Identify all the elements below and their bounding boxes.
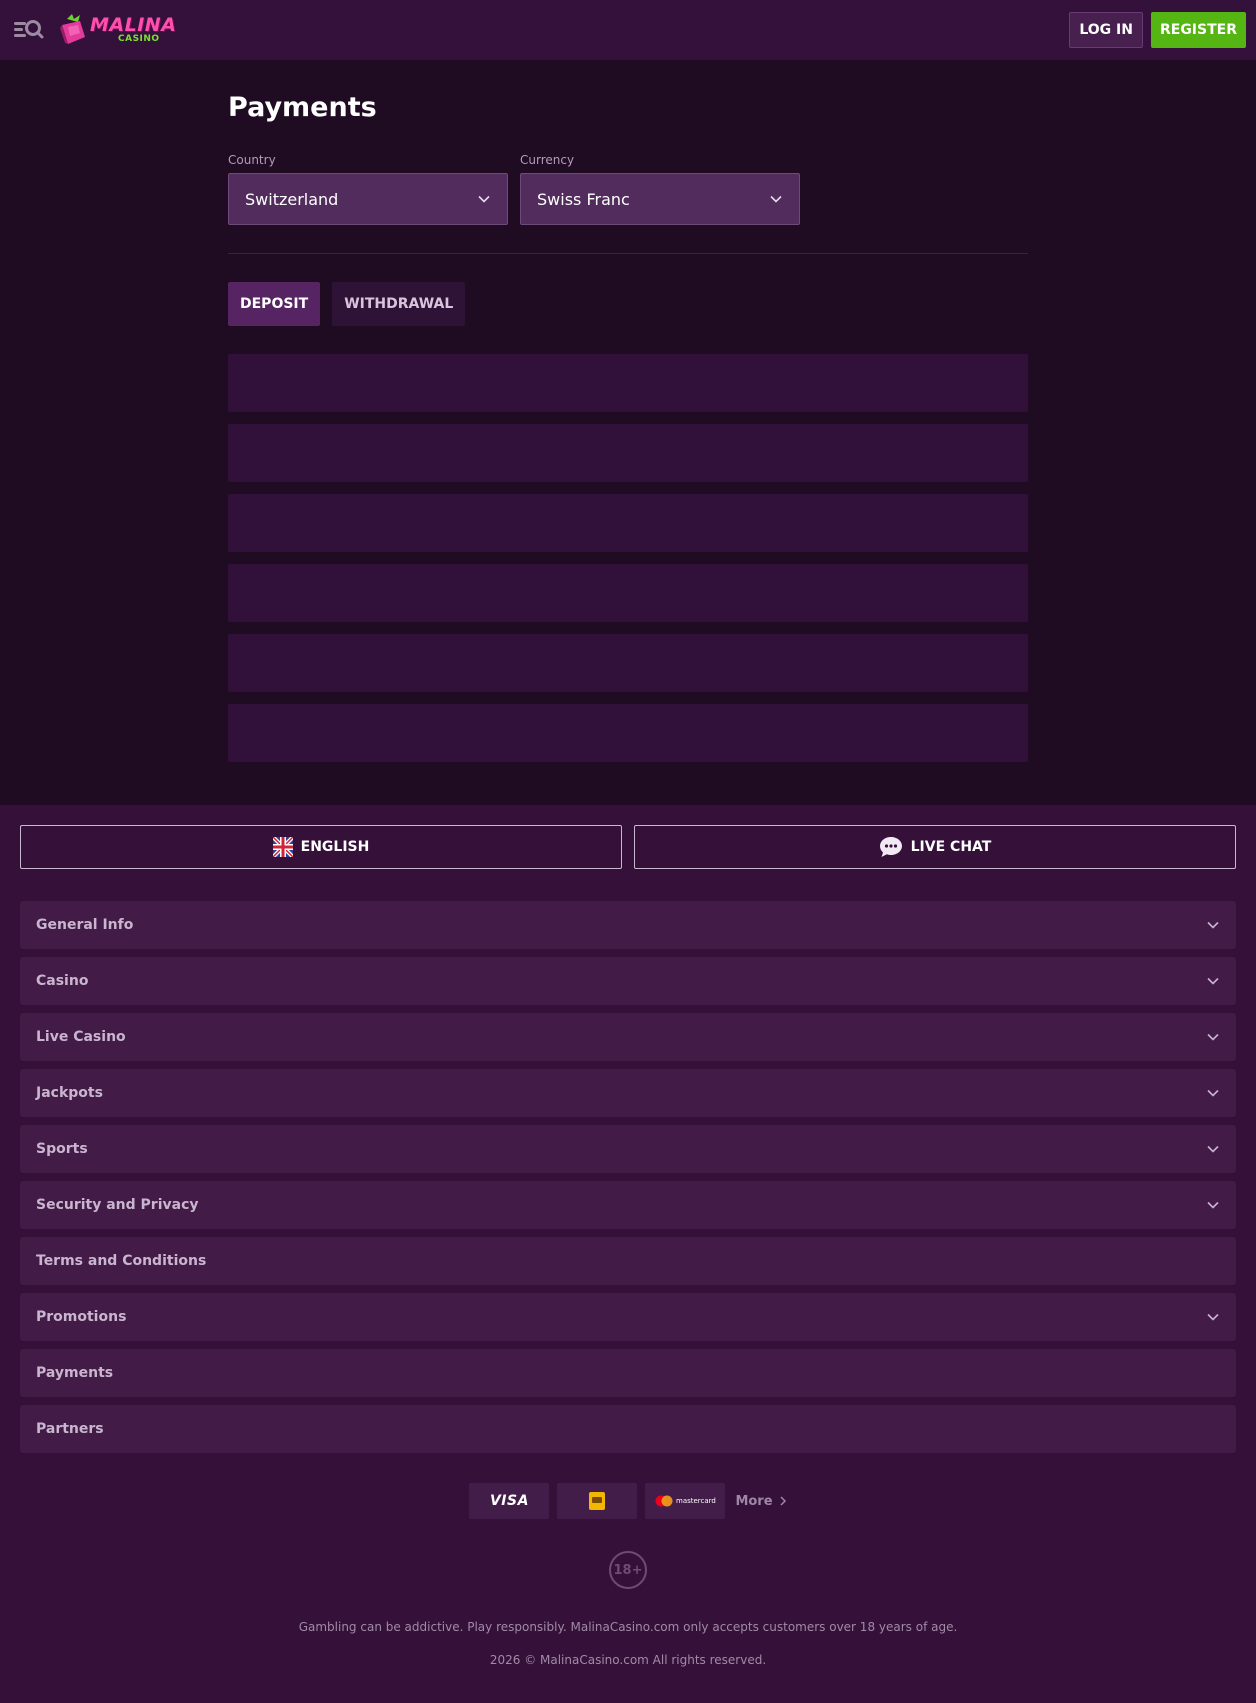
footer-section-payments[interactable]: Payments xyxy=(20,1349,1236,1397)
chevron-down-icon xyxy=(1207,1145,1219,1153)
section-label: Jackpots xyxy=(36,1085,103,1101)
tab-withdrawal[interactable]: WITHDRAWAL xyxy=(332,282,466,326)
chevron-down-icon xyxy=(1207,1033,1219,1041)
payment-method-row[interactable] xyxy=(228,424,1028,482)
selectors: Country Switzerland Currency Swiss Franc xyxy=(228,152,1028,225)
chevron-down-icon xyxy=(478,195,490,203)
live-chat-label: LIVE CHAT xyxy=(910,839,992,855)
section-label: Casino xyxy=(36,973,89,989)
menu-search-icon[interactable] xyxy=(14,16,44,44)
payment-method-row[interactable] xyxy=(228,494,1028,552)
footer-section-terms[interactable]: Terms and Conditions xyxy=(20,1237,1236,1285)
login-button[interactable]: LOG IN xyxy=(1069,12,1143,48)
chat-bubble-icon xyxy=(879,837,902,857)
currency-field: Currency Swiss Franc xyxy=(520,152,800,225)
page-title: Payments xyxy=(228,92,377,123)
chevron-down-icon xyxy=(1207,1313,1219,1321)
chevron-right-icon xyxy=(780,1496,786,1506)
footer-section-casino[interactable]: Casino xyxy=(20,957,1236,1005)
top-header: MALINA CASINO LOG IN REGISTER xyxy=(0,0,1256,60)
visa-logo: VISA xyxy=(469,1483,550,1519)
section-label: Terms and Conditions xyxy=(36,1253,207,1269)
disclaimer-text: Gambling can be addictive. Play responsi… xyxy=(298,1620,958,1634)
mastercard-text: mastercard xyxy=(676,1497,716,1505)
footer-section-live-casino[interactable]: Live Casino xyxy=(20,1013,1236,1061)
visa-text: VISA xyxy=(489,1493,529,1509)
age-restriction-badge: 18+ xyxy=(609,1551,647,1589)
register-button[interactable]: REGISTER xyxy=(1150,12,1246,48)
section-label: Live Casino xyxy=(36,1029,126,1045)
footer-section-promotions[interactable]: Promotions xyxy=(20,1293,1236,1341)
footer: ENGLISH LIVE CHAT General Info Casino Li… xyxy=(0,805,1256,1703)
payments-main: Payments Country Switzerland Currency Sw… xyxy=(228,60,1028,762)
live-chat-button[interactable]: LIVE CHAT xyxy=(634,825,1236,869)
chevron-down-icon xyxy=(1207,1201,1219,1209)
payment-methods-list xyxy=(228,354,1028,762)
payment-method-row[interactable] xyxy=(228,634,1028,692)
country-value: Switzerland xyxy=(245,189,339,209)
mastercard-logo: mastercard xyxy=(645,1483,726,1519)
more-label: More xyxy=(735,1493,773,1509)
footer-section-security-privacy[interactable]: Security and Privacy xyxy=(20,1181,1236,1229)
section-label: General Info xyxy=(36,917,134,933)
chevron-down-icon xyxy=(1207,921,1219,929)
copyright-text: 2026 © MalinaCasino.com All rights reser… xyxy=(489,1653,767,1667)
logo-title: MALINA xyxy=(90,14,177,36)
chevron-down-icon xyxy=(1207,977,1219,985)
section-label: Partners xyxy=(36,1421,104,1437)
chevron-down-icon xyxy=(1207,1089,1219,1097)
footer-section-general-info[interactable]: General Info xyxy=(20,901,1236,949)
footer-section-sports[interactable]: Sports xyxy=(20,1125,1236,1173)
raspberry-logo-icon xyxy=(60,14,85,44)
payment-tabs: DEPOSIT WITHDRAWAL xyxy=(228,282,1028,326)
footer-section-partners[interactable]: Partners xyxy=(20,1405,1236,1453)
divider xyxy=(228,253,1028,254)
footer-section-jackpots[interactable]: Jackpots xyxy=(20,1069,1236,1117)
country-select[interactable]: Switzerland xyxy=(228,173,508,225)
more-payments-link[interactable]: More xyxy=(735,1494,786,1509)
logo-subtitle: CASINO xyxy=(118,34,160,44)
currency-select[interactable]: Swiss Franc xyxy=(520,173,800,225)
logo-text: MALINA CASINO xyxy=(90,16,176,44)
payment-method-row[interactable] xyxy=(228,564,1028,622)
section-label: Payments xyxy=(36,1365,114,1381)
section-label: Security and Privacy xyxy=(36,1197,199,1213)
country-label: Country xyxy=(228,153,276,167)
language-label: ENGLISH xyxy=(300,839,370,855)
currency-value: Swiss Franc xyxy=(537,189,630,209)
section-label: Promotions xyxy=(36,1309,127,1325)
header-right: LOG IN REGISTER xyxy=(1069,12,1246,48)
header-left: MALINA CASINO xyxy=(14,8,176,52)
payment-logos-strip: VISA mastercard More xyxy=(0,1483,1256,1519)
paysafe-card-icon xyxy=(589,1492,606,1510)
chevron-down-icon xyxy=(770,195,782,203)
malina-logo[interactable]: MALINA CASINO xyxy=(58,8,176,52)
tab-deposit[interactable]: DEPOSIT xyxy=(228,282,321,326)
mastercard-circles-icon xyxy=(655,1495,673,1507)
paysafecard-logo xyxy=(557,1483,638,1519)
language-button[interactable]: ENGLISH xyxy=(20,825,622,869)
footer-buttons: ENGLISH LIVE CHAT xyxy=(20,825,1236,869)
payment-method-row[interactable] xyxy=(228,704,1028,762)
section-label: Sports xyxy=(36,1141,88,1157)
footer-accordion: General Info Casino Live Casino Jackpots… xyxy=(20,901,1236,1453)
country-field: Country Switzerland xyxy=(228,152,508,225)
uk-flag-icon xyxy=(272,837,293,857)
currency-label: Currency xyxy=(520,153,575,167)
payment-method-row[interactable] xyxy=(228,354,1028,412)
